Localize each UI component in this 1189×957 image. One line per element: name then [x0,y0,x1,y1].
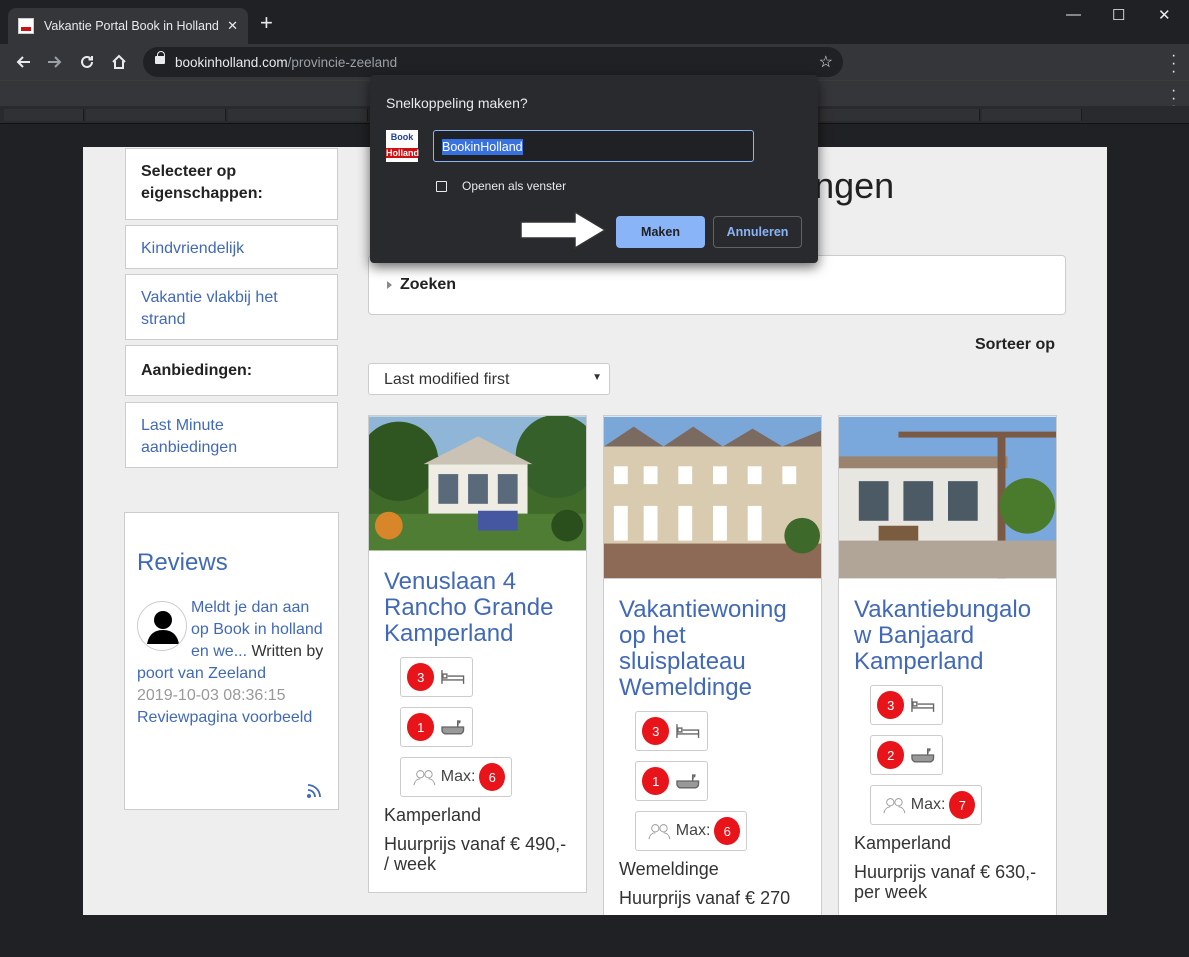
sort-select[interactable]: Last modified first ▼ [368,363,610,395]
listing-price: Huurprijs vanaf € 630,- per week [854,862,1037,902]
listing-title[interactable]: Venuslaan 4 Rancho Grande Kamperland [369,569,586,647]
chevron-down-icon: ▼ [592,372,602,383]
open-as-window-checkbox[interactable] [436,181,447,192]
reload-icon[interactable] [74,49,100,75]
review-author[interactable]: poort van Zeeland [137,665,266,682]
bed-icon [676,724,700,738]
filter-strand[interactable]: Vakantie vlakbij het strand [125,274,338,340]
bathtub-icon [676,774,700,789]
persons-icon [648,824,671,840]
review-page-link[interactable]: Reviewpagina voorbeeld [137,709,312,726]
bathrooms-badge: 1 [400,707,473,747]
listing-photo[interactable] [369,416,586,551]
listing-place: Wemeldinge [619,859,719,879]
rss-icon[interactable] [306,781,324,799]
open-as-window-label[interactable]: Openen als venster [462,179,566,193]
filter-heading: Selecteer op eigenschappen: [125,148,338,220]
bed-icon [911,698,935,712]
browser-tab-strip: Vakantie Portal Book in Holland - ✕ + — … [0,0,1189,44]
bathtub-icon [911,748,935,763]
review-date: 2019-10-03 08:36:15 [137,687,286,704]
offer-link[interactable]: Last Minute aanbiedingen [141,417,237,456]
listing-card[interactable]: Vakantiewoning op het sluisplateau Wemel… [603,415,822,915]
max-persons-badge: Max: 6 [635,811,747,851]
sort-label: Sorteer op [974,336,1055,353]
address-bar[interactable]: bookinholland.com/provincie-zeeland ☆ [143,47,843,77]
expand-caret-icon [387,280,392,289]
listing-place: Kamperland [384,805,482,825]
bookmark-star-icon[interactable]: ☆ [819,52,833,72]
filter-link[interactable]: Kindvriendelijk [141,240,244,257]
home-icon[interactable] [106,49,132,75]
dialog-title: Snelkoppeling maken? [386,95,528,111]
lock-icon[interactable] [155,51,165,64]
max-persons-badge: Max: 6 [400,757,512,797]
listing-place: Kamperland [854,833,952,853]
maximize-button[interactable]: ☐ [1112,6,1125,24]
listing-price: Huurprijs vanaf € 490,- / week [384,834,567,874]
persons-icon [883,798,906,814]
max-persons-badge: Max: 7 [870,785,982,825]
bathrooms-badge: 1 [635,761,708,801]
url-text: bookinholland.com/provincie-zeeland [175,55,398,70]
filter-link[interactable]: Vakantie vlakbij het strand [141,289,278,328]
bedrooms-badge: 3 [870,685,943,725]
search-toggle[interactable]: Zoeken [368,255,1066,315]
forward-icon[interactable] [42,49,68,75]
shortcut-name-input[interactable]: BookinHolland [433,130,754,162]
bed-icon [441,670,465,684]
site-favicon-icon [18,18,34,34]
listing-card[interactable]: Venuslaan 4 Rancho Grande Kamperland 3 1… [368,415,587,893]
reviews-title: Reviews [137,549,228,576]
bathtub-icon [441,720,465,735]
bathrooms-badge: 2 [870,735,943,775]
pointer-arrow-icon [520,210,607,250]
listing-photo[interactable] [604,416,821,579]
browser-tab[interactable]: Vakantie Portal Book in Holland - ✕ [8,8,248,44]
minimize-button[interactable]: — [1066,6,1081,23]
browser-menu-icon[interactable]: · · · [1171,48,1176,80]
make-shortcut-button[interactable]: Maken [616,216,705,248]
listing-title[interactable]: Vakantiewoning op het sluisplateau Wemel… [604,597,821,701]
back-icon[interactable] [10,49,36,75]
tab-title: Vakantie Portal Book in Holland - [44,19,218,33]
cancel-button[interactable]: Annuleren [713,216,802,248]
listing-price: Huurprijs vanaf € 270 [619,888,791,908]
close-window-button[interactable]: ✕ [1158,6,1171,24]
filter-kindvriendelijk[interactable]: Kindvriendelijk [125,225,338,269]
listing-card[interactable]: Vakantiebungalo w Banjaard Kamperland 3 … [838,415,1057,915]
tab-close-icon[interactable]: ✕ [227,18,238,34]
bedrooms-badge: 3 [400,657,473,697]
listing-photo[interactable] [839,416,1056,579]
site-logo-icon: Book Holland [386,130,419,162]
offers-heading: Aanbiedingen: [125,345,338,396]
review-text: Meldt je dan aan op Book in holland en w… [137,599,324,726]
new-tab-button[interactable]: + [260,12,273,34]
persons-icon [413,770,436,786]
listing-title[interactable]: Vakantiebungalo w Banjaard Kamperland [839,597,1056,675]
reviews-panel: Reviews Meldt je dan aan op Book in holl… [124,512,339,810]
offer-last-minute[interactable]: Last Minute aanbiedingen [125,402,338,468]
bedrooms-badge: 3 [635,711,708,751]
